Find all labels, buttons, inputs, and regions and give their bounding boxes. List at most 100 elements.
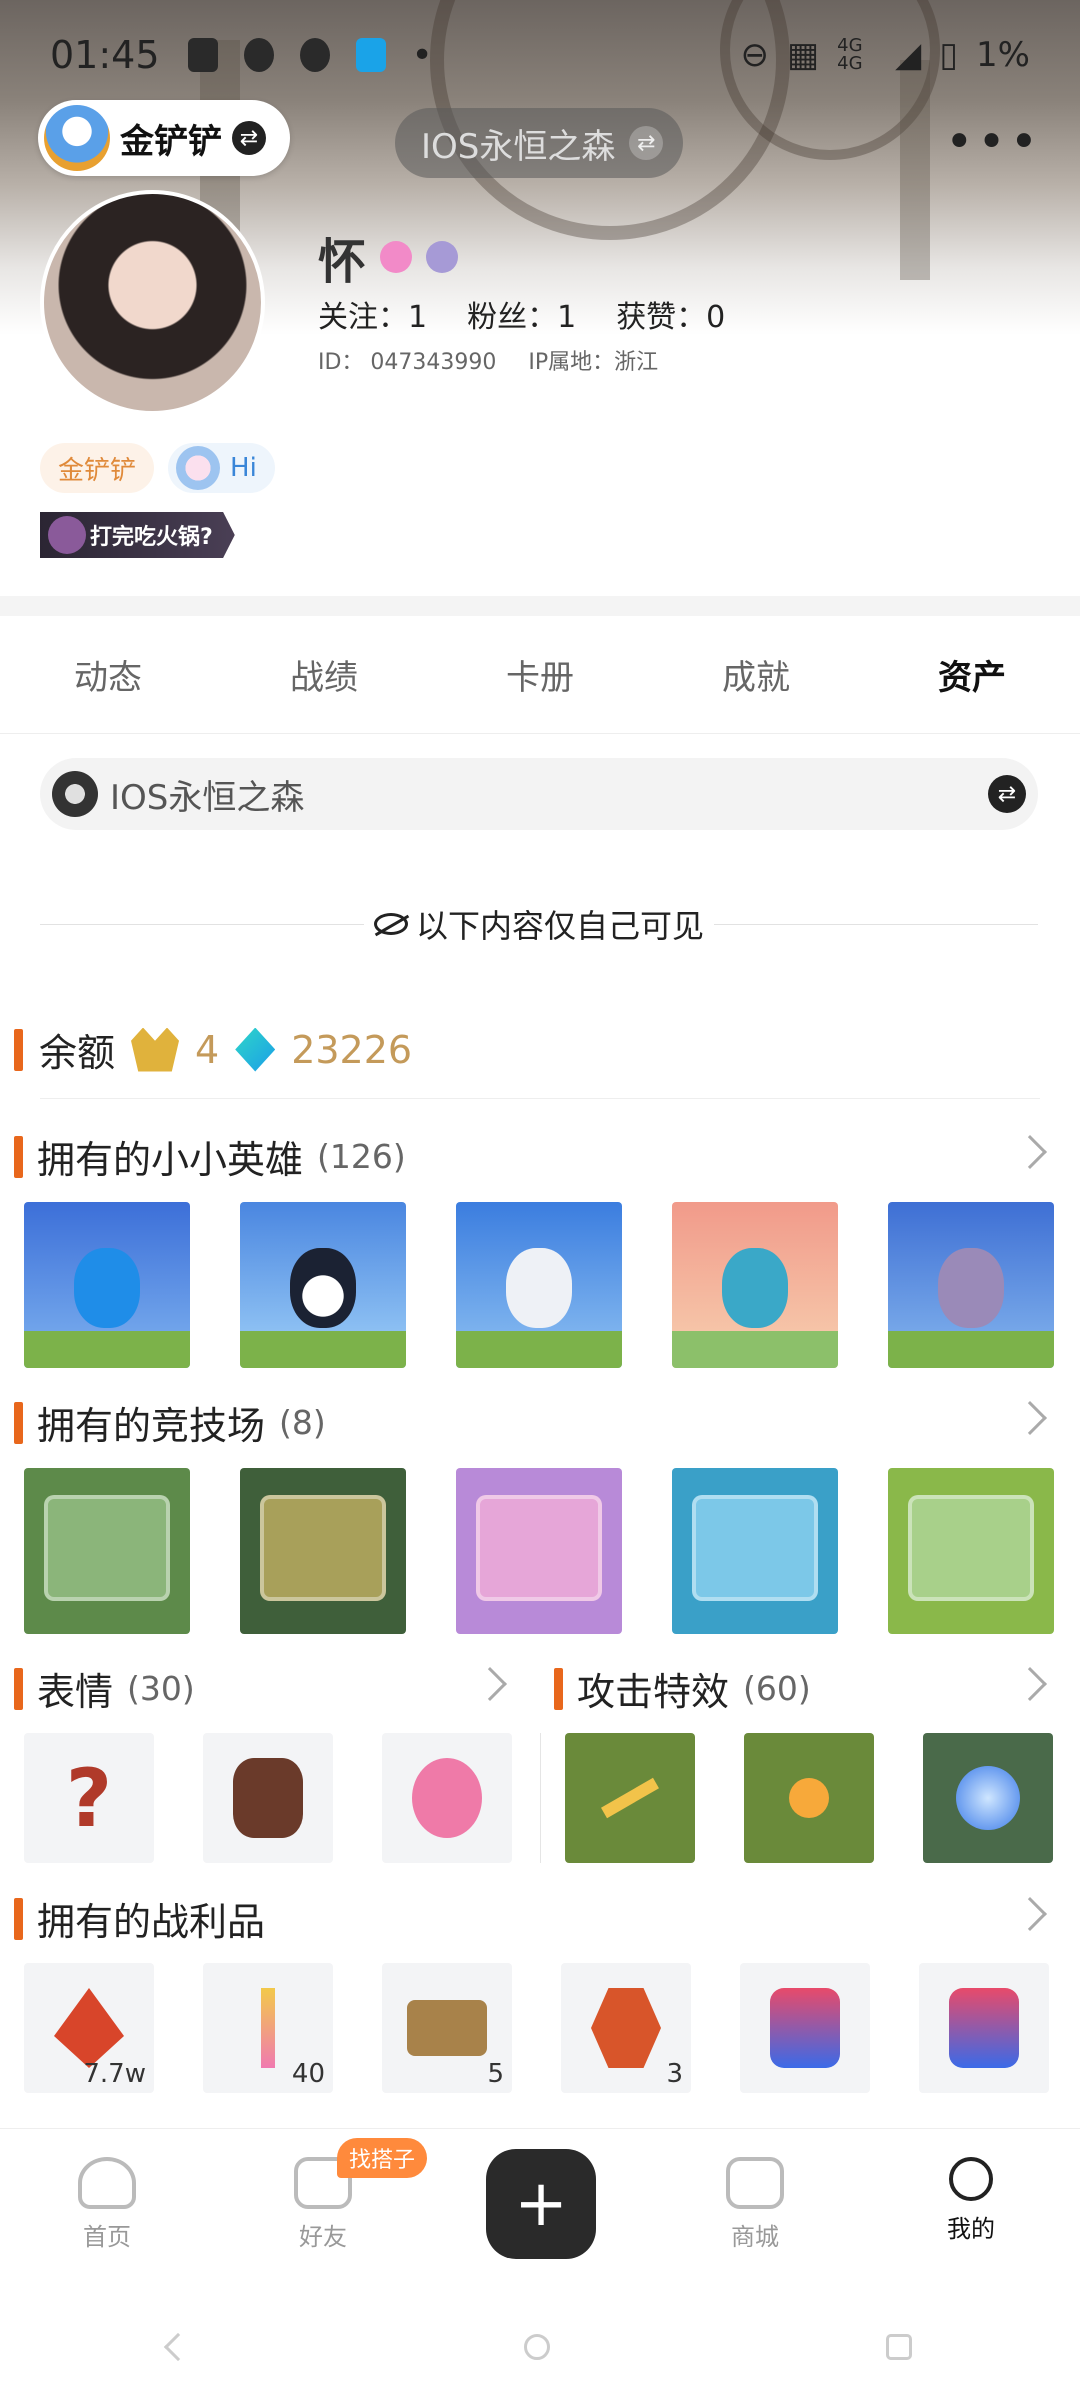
more-icon[interactable]: ••• [945, 114, 1042, 170]
arena-floor [259, 1494, 387, 1601]
nav-me[interactable]: 我的 [911, 2157, 1031, 2244]
question-mark-icon: ? [65, 1751, 113, 1845]
loot-header[interactable]: 拥有的战利品 [14, 1891, 265, 1946]
tile-ground [24, 1331, 190, 1368]
home-circle-icon[interactable] [524, 2333, 550, 2360]
tab-cards[interactable]: 卡册 [432, 616, 648, 733]
server-switcher[interactable]: IOS永恒之森 ⇄ [395, 108, 684, 178]
game-tag[interactable]: 金铲铲 [40, 443, 155, 493]
scepter-icon [261, 1988, 275, 2068]
hexagon-orb-icon [591, 1988, 661, 2068]
swap-icon: ⇄ [232, 121, 266, 155]
privacy-notice: 以下内容仅自己可见 [40, 898, 1039, 950]
arena-tile[interactable] [24, 1468, 190, 1634]
nav-home[interactable]: 首页 [47, 2157, 167, 2252]
arena-tile[interactable] [240, 1468, 406, 1634]
chevron-right-icon[interactable] [1013, 1897, 1047, 1931]
arena-tile[interactable] [672, 1468, 838, 1634]
dnd-icon: ⊖ [740, 35, 770, 75]
tab-record[interactable]: 战绩 [216, 616, 432, 733]
section-divider [0, 596, 1080, 616]
wechat-icon [243, 38, 274, 72]
user-avatar[interactable] [40, 190, 265, 415]
user-id: ID： 047343990 [318, 350, 497, 375]
followers-count[interactable]: 粉丝：1 [467, 292, 576, 336]
boom-tile[interactable] [923, 1733, 1053, 1863]
divider-line [714, 923, 1039, 925]
battery-icon: ▯ [939, 35, 959, 75]
server-selector[interactable]: IOS永恒之森 ⇄ [40, 758, 1038, 830]
network-label: 4G 4G [837, 35, 863, 74]
gem-balance: 23226 [291, 1027, 413, 1072]
status-time: 01:45 [50, 33, 160, 77]
loot-tile[interactable] [919, 1963, 1049, 2093]
emotes-header[interactable]: 表情 (30) [14, 1661, 195, 1716]
following-count[interactable]: 关注：1 [318, 292, 427, 336]
emotes-grid: ? [24, 1733, 512, 1863]
legend-tile[interactable] [888, 1202, 1054, 1368]
tab-achievements[interactable]: 成就 [648, 616, 864, 733]
nav-home-label: 首页 [83, 2223, 131, 2251]
status-banner[interactable]: 打完吃火锅? [40, 512, 235, 558]
chevron-right-icon[interactable] [473, 1667, 507, 1701]
tab-assets[interactable]: 资产 [864, 616, 1080, 733]
back-icon[interactable] [163, 2332, 193, 2361]
home-icon [78, 2157, 136, 2209]
recent-apps-icon[interactable] [886, 2333, 912, 2360]
game-avatar [44, 105, 110, 171]
pass-card-icon [770, 1988, 840, 2068]
monster-face-icon [412, 1758, 482, 1838]
tab-feed[interactable]: 动态 [0, 616, 216, 733]
arena-tile[interactable] [456, 1468, 622, 1634]
divider-line [40, 923, 364, 925]
legend-tile[interactable] [672, 1202, 838, 1368]
find-partner-badge[interactable]: 找搭子 [337, 2138, 428, 2178]
crown-currency-icon [131, 1027, 180, 1072]
emote-tile[interactable] [382, 1733, 512, 1863]
top-nav: 金铲铲 ⇄ IOS永恒之森 ⇄ ••• [0, 100, 1080, 180]
greeting-tag[interactable]: Hi [168, 443, 275, 493]
chevron-right-icon[interactable] [1013, 1401, 1047, 1435]
tile-ground [456, 1331, 622, 1368]
profile-ids: ID： 047343990 IP属地：浙江 [318, 344, 658, 376]
arenas-header[interactable]: 拥有的竞技场 (8) [14, 1395, 326, 1450]
create-post-button[interactable]: + [486, 2149, 596, 2259]
tile-ground [672, 1331, 838, 1368]
loot-tile[interactable]: 40 [203, 1963, 333, 2093]
booms-header[interactable]: 攻击特效 (60) [554, 1661, 811, 1716]
account-name: 金铲铲 [120, 121, 222, 162]
loot-quantity: 7.7w [83, 2059, 146, 2089]
boom-tile[interactable] [565, 1733, 695, 1863]
pass-card-icon [949, 1988, 1019, 2068]
legend-tile[interactable] [24, 1202, 190, 1368]
battery-label: 1% [976, 35, 1030, 75]
profile-name: 怀 [318, 234, 367, 290]
loot-tile[interactable]: 5 [382, 1963, 512, 2093]
section-marker [554, 1667, 563, 1710]
legend-tile[interactable] [456, 1202, 622, 1368]
emotes-title: 表情 [37, 1670, 114, 1714]
account-switcher[interactable]: 金铲铲 ⇄ [38, 100, 290, 176]
emote-tile[interactable] [203, 1733, 333, 1863]
loot-tile[interactable]: 7.7w [24, 1963, 154, 2093]
chevron-right-icon[interactable] [1013, 1135, 1047, 1169]
arena-tile[interactable] [888, 1468, 1054, 1634]
section-marker [14, 1401, 23, 1444]
rank-badge-icon[interactable] [426, 241, 459, 273]
loot-tile[interactable] [740, 1963, 870, 2093]
crown-balance: 4 [195, 1027, 220, 1072]
loot-tile[interactable]: 3 [561, 1963, 691, 2093]
sim-icon [187, 38, 218, 72]
loot-grid: 7.7w 40 5 3 [24, 1963, 1049, 2093]
emote-tile[interactable]: ? [24, 1733, 154, 1863]
nav-shop[interactable]: 商城 [695, 2157, 815, 2252]
eye-hidden-icon [374, 913, 408, 935]
legends-header[interactable]: 拥有的小小英雄 (126) [14, 1129, 406, 1184]
legend-tile[interactable] [240, 1202, 406, 1368]
dot-icon: • [411, 34, 433, 76]
boom-tile[interactable] [744, 1733, 874, 1863]
chevron-right-icon[interactable] [1013, 1667, 1047, 1701]
search-badge-icon[interactable] [380, 241, 413, 273]
section-marker [14, 1897, 23, 1940]
booms-grid [565, 1733, 1053, 1863]
